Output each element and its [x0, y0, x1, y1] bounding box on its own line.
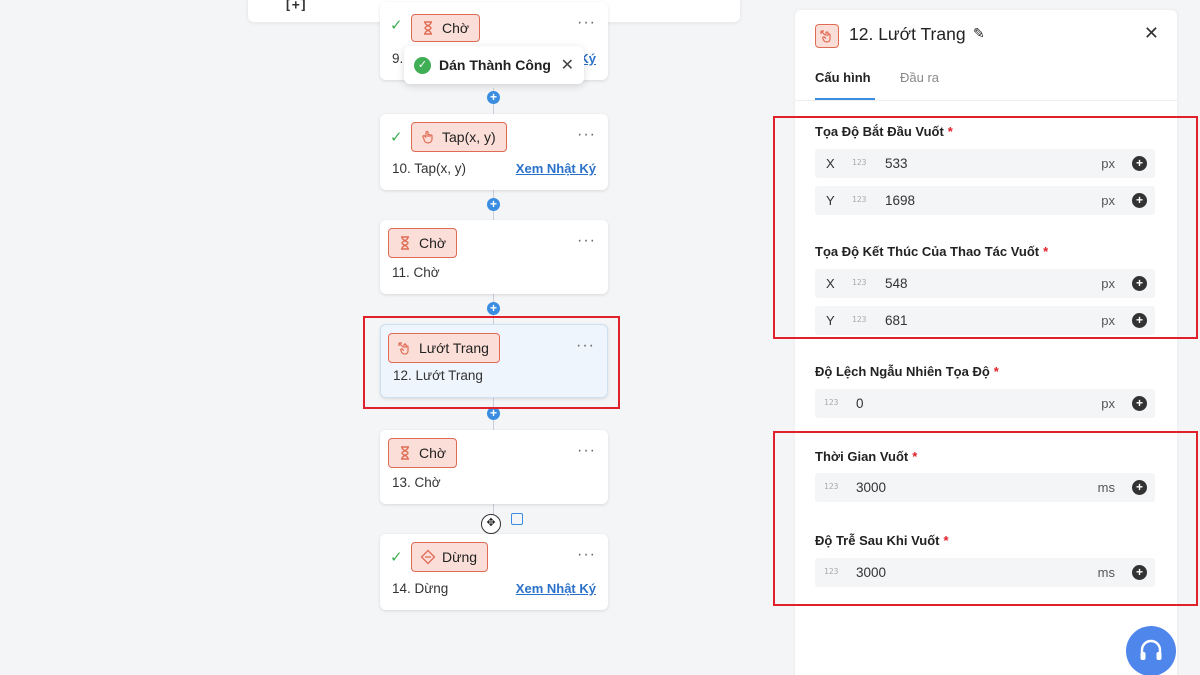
node-chip: Chờ [411, 14, 481, 42]
add-step-button[interactable]: + [487, 302, 500, 315]
check-icon: ✓ [390, 129, 403, 146]
node-title: 10. Tap(x, y) [392, 161, 467, 176]
headset-icon [1140, 639, 1162, 660]
panel-title: 12. Lướt Trang [849, 24, 966, 44]
hourglass-icon [401, 236, 409, 250]
node-title: 13. Chờ [392, 475, 441, 490]
chip-label: Chờ [442, 20, 470, 36]
node-chip: Dừng [411, 542, 489, 572]
tab-config[interactable]: Cấu hình [815, 70, 871, 85]
more-icon[interactable]: ··· [577, 442, 596, 460]
chip-label: Dừng [442, 549, 478, 565]
tap-icon [422, 130, 433, 144]
move-icon[interactable]: ✥ [481, 514, 501, 534]
check-icon: ✓ [390, 549, 403, 566]
add-circle-icon[interactable]: + [1132, 396, 1147, 411]
node-chip: Tap(x, y) [411, 122, 507, 152]
highlight-box [773, 116, 1198, 339]
pencil-icon[interactable]: ✎ [973, 25, 985, 42]
success-toast: ✓ Dán Thành Công ✕ [404, 46, 584, 84]
hourglass-icon [401, 446, 409, 460]
required-mark: * [993, 364, 999, 379]
swipe-icon [815, 24, 839, 48]
node-chip: Chờ [388, 228, 458, 258]
chip-label: Tap(x, y) [442, 129, 496, 145]
hourglass-icon [424, 21, 432, 35]
check-circle-icon: ✓ [414, 56, 431, 74]
check-icon: ✓ [390, 17, 403, 34]
more-icon[interactable]: ··· [577, 232, 596, 250]
node-chip: Chờ [388, 438, 458, 468]
unit-label: px [1101, 396, 1115, 411]
more-icon[interactable]: ··· [577, 546, 596, 564]
stop-icon [420, 549, 436, 565]
close-icon[interactable]: ✕ [561, 55, 574, 75]
more-icon[interactable]: ··· [577, 14, 596, 32]
offset-field[interactable]: 123 0 px + [815, 389, 1155, 418]
more-icon[interactable]: ··· [577, 126, 596, 144]
close-icon[interactable]: ✕ [1144, 23, 1159, 44]
flow-node-14[interactable]: ✓ Dừng ··· 14. Dừng Xem Nhật Ký [380, 534, 608, 610]
highlight-box [773, 431, 1198, 606]
tab-divider [795, 100, 1177, 101]
field-value[interactable]: 0 [856, 396, 864, 411]
chip-label: Chờ [419, 235, 447, 251]
view-log-link[interactable]: Xem Nhật Ký [516, 161, 596, 176]
flow-node-11[interactable]: Chờ ··· 11. Chờ [380, 220, 608, 294]
flow-node-13[interactable]: Chờ ··· 13. Chờ [380, 430, 608, 504]
tab-output[interactable]: Đầu ra [900, 70, 939, 85]
chip-label: Chờ [419, 445, 447, 461]
flow-node-10[interactable]: ✓ Tap(x, y) ··· 10. Tap(x, y) Xem Nhật K… [380, 114, 608, 190]
view-log-link[interactable]: Xem Nhật Ký [516, 581, 596, 596]
duplicate-icon[interactable] [511, 513, 523, 525]
node-title: 9. [392, 51, 404, 66]
add-step-button[interactable]: + [487, 91, 500, 104]
node-title: 11. Chờ [392, 265, 440, 280]
label-text: Độ Lệch Ngẫu Nhiên Tọa Độ [815, 364, 990, 379]
number-type-icon: 123 [824, 398, 839, 407]
toast-message: Dán Thành Công [439, 57, 551, 73]
node-title: 14. Dừng [392, 581, 449, 596]
support-button[interactable] [1126, 626, 1176, 675]
expand-label[interactable]: [+] [284, 0, 307, 13]
add-step-button[interactable]: + [487, 198, 500, 211]
highlight-box [363, 316, 620, 409]
offset-label: Độ Lệch Ngẫu Nhiên Tọa Độ * [815, 364, 999, 379]
